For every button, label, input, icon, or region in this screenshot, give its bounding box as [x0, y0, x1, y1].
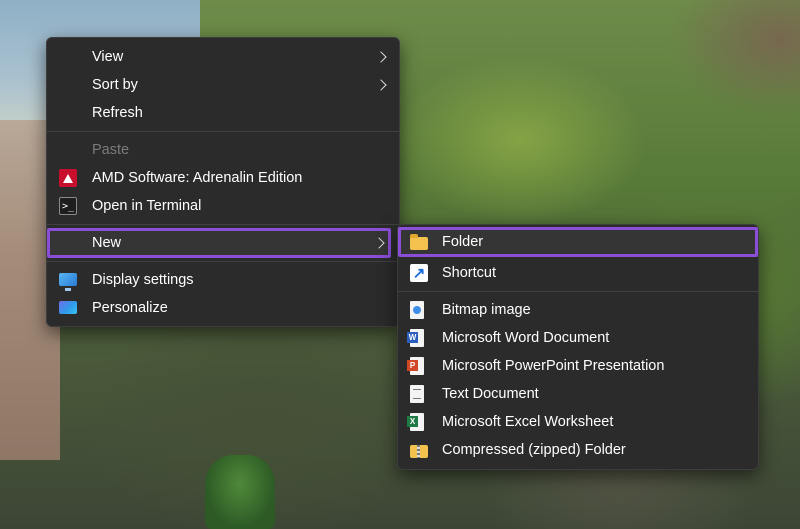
submenu-item-compressed-folder[interactable]: Compressed (zipped) Folder [398, 436, 758, 464]
zip-folder-icon [410, 444, 428, 458]
submenu-item-bitmap-image[interactable]: Bitmap image [398, 296, 758, 324]
menu-item-view[interactable]: View [47, 43, 399, 71]
submenu-item-excel-worksheet[interactable]: Microsoft Excel Worksheet [398, 408, 758, 436]
menu-item-label: Personalize [92, 300, 168, 316]
menu-separator [47, 261, 399, 262]
menu-separator [398, 291, 758, 292]
chevron-right-icon [373, 237, 385, 249]
submenu-item-label: Shortcut [442, 265, 496, 281]
menu-item-paste: Paste [47, 136, 399, 164]
menu-item-new[interactable]: New [47, 228, 391, 258]
menu-item-sort-by[interactable]: Sort by [47, 71, 399, 99]
submenu-item-powerpoint-presentation[interactable]: Microsoft PowerPoint Presentation [398, 352, 758, 380]
submenu-item-label: Microsoft Excel Worksheet [442, 414, 614, 430]
submenu-item-word-document[interactable]: Microsoft Word Document [398, 324, 758, 352]
menu-item-label: Open in Terminal [92, 198, 202, 214]
menu-item-label: View [92, 49, 124, 65]
submenu-item-shortcut[interactable]: ↗ Shortcut [398, 259, 758, 287]
menu-separator [47, 131, 399, 132]
menu-item-label: AMD Software: Adrenalin Edition [92, 170, 303, 186]
submenu-item-label: Microsoft PowerPoint Presentation [442, 358, 665, 374]
desktop-context-menu: View Sort by Refresh Paste AMD Software:… [46, 37, 400, 327]
menu-item-display-settings[interactable]: Display settings [47, 266, 399, 294]
personalize-icon [59, 300, 77, 314]
amd-icon [59, 169, 77, 187]
shortcut-icon: ↗ [410, 264, 428, 282]
folder-icon [410, 233, 428, 250]
powerpoint-icon [407, 357, 424, 375]
menu-item-label: Display settings [92, 272, 194, 288]
menu-item-label: New [92, 235, 122, 251]
submenu-item-label: Folder [442, 234, 484, 250]
menu-item-label: Sort by [92, 77, 138, 93]
submenu-item-folder[interactable]: Folder [398, 227, 758, 257]
menu-item-label: Paste [92, 142, 130, 158]
submenu-item-text-document[interactable]: Text Document [398, 380, 758, 408]
menu-item-amd-software[interactable]: AMD Software: Adrenalin Edition [47, 164, 399, 192]
menu-item-personalize[interactable]: Personalize [47, 294, 399, 322]
menu-item-label: Refresh [92, 105, 143, 121]
display-icon [59, 272, 77, 291]
chevron-right-icon [375, 51, 387, 63]
terminal-icon: >_ [59, 197, 77, 215]
tree-area [205, 455, 275, 529]
submenu-item-label: Compressed (zipped) Folder [442, 442, 626, 458]
submenu-item-label: Microsoft Word Document [442, 330, 610, 346]
menu-item-refresh[interactable]: Refresh [47, 99, 399, 127]
bitmap-icon [410, 301, 424, 319]
excel-icon [407, 413, 424, 431]
chevron-right-icon [375, 79, 387, 91]
new-submenu: Folder ↗ Shortcut Bitmap image Microsoft… [397, 224, 759, 470]
word-icon [407, 329, 424, 347]
menu-item-open-in-terminal[interactable]: >_ Open in Terminal [47, 192, 399, 220]
text-document-icon [410, 385, 424, 403]
submenu-item-label: Text Document [442, 386, 539, 402]
submenu-item-label: Bitmap image [442, 302, 531, 318]
menu-separator [47, 224, 399, 225]
